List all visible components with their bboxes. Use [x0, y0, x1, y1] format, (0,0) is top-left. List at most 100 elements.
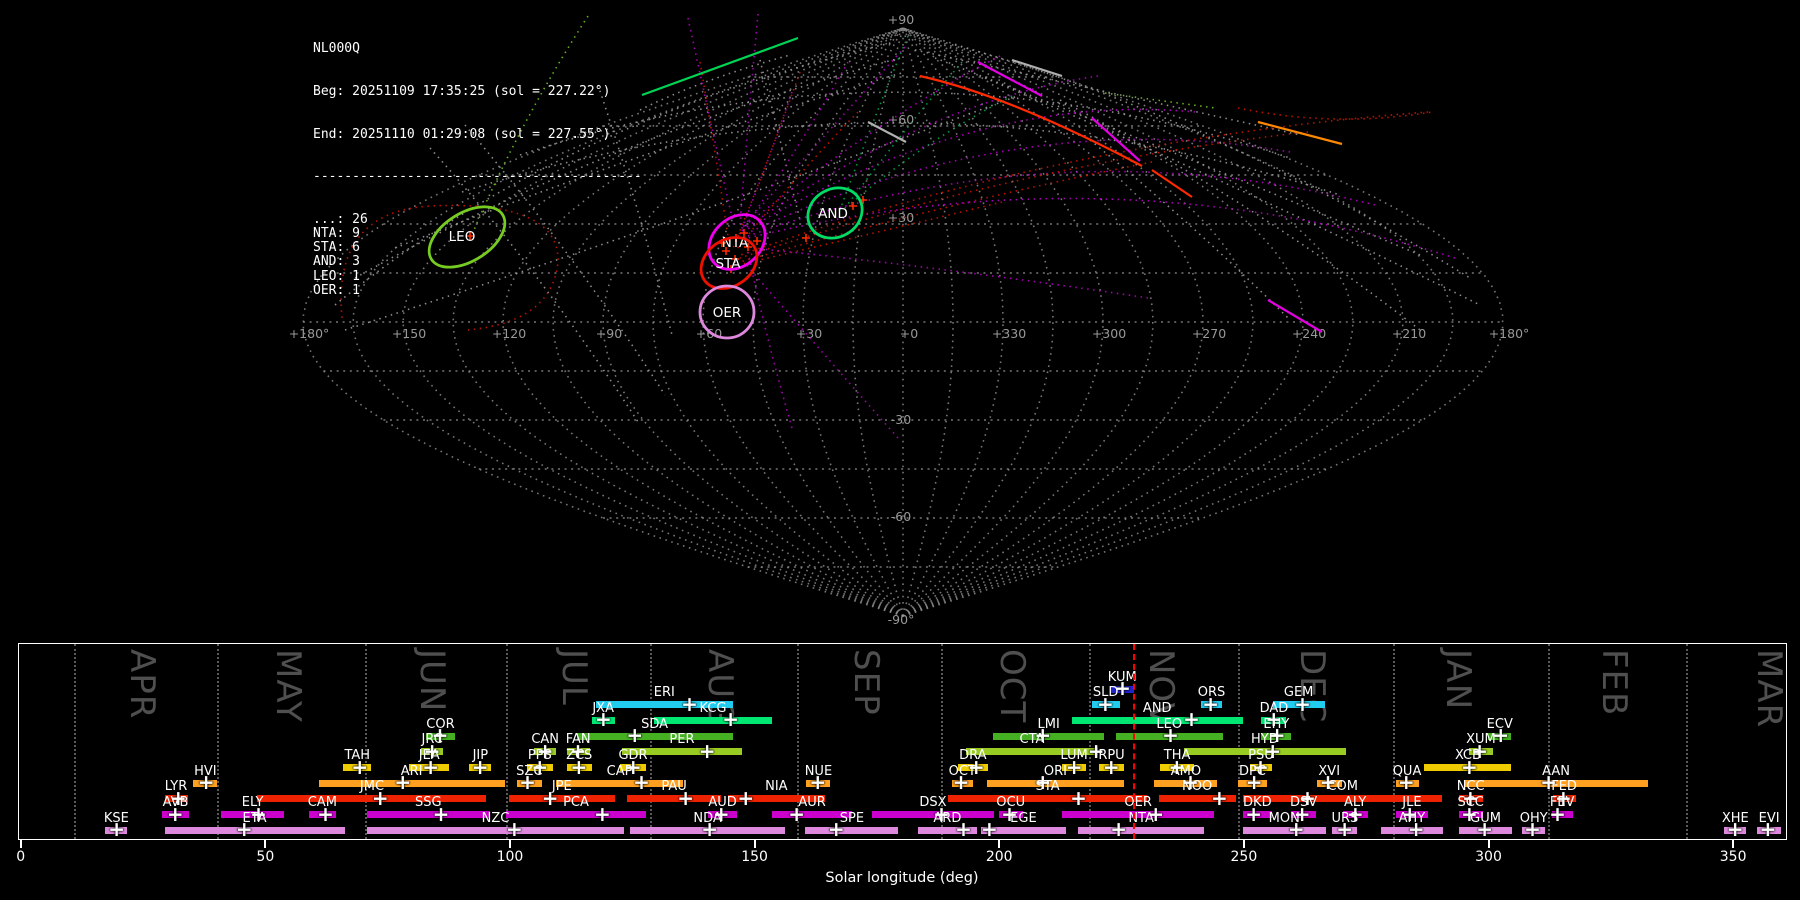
shower-peak-XCB: +	[1461, 754, 1478, 779]
grid-meridian	[902, 27, 1454, 617]
shower-peak-ORS: +	[1202, 691, 1219, 716]
shower-peak-AVB: +	[166, 801, 184, 826]
shower-label-NOO: NOO	[1182, 779, 1213, 795]
shower-label-OER: OER	[1124, 795, 1152, 811]
lon-label: +210	[1392, 326, 1426, 341]
count-dotdotdot: ...: 26	[313, 211, 368, 227]
month-label-JAN: JAN	[1438, 649, 1479, 711]
shower-label-AUR: AUR	[798, 795, 826, 811]
shower-bar-NTA	[1078, 826, 1204, 834]
meteor-track	[745, 108, 1196, 231]
meteor-track	[751, 247, 1149, 299]
shower-peak-NTA: +	[1110, 817, 1127, 842]
lon-label: +300	[1092, 326, 1126, 341]
lon-label: +330	[992, 326, 1026, 341]
count-STA: STA: 6	[313, 240, 360, 256]
shower-label-CAP: CAP	[606, 763, 633, 779]
shower-peak-STA: +	[1070, 785, 1087, 810]
lon-label: +180°	[289, 326, 330, 341]
grid-meridian	[902, 27, 1204, 617]
month-separator-JUN	[364, 644, 367, 839]
lon-label: +0	[900, 326, 918, 341]
x-tick-label-200: 200	[985, 849, 1013, 865]
meteor-track	[984, 77, 1481, 306]
month-separator-MAR	[1686, 644, 1689, 839]
lon-label: +60	[696, 326, 722, 341]
bright-meteor-segment	[1151, 169, 1193, 198]
month-label-APR: APR	[122, 649, 163, 720]
shower-peak-DPC: +	[1245, 770, 1263, 795]
month-separator-JAN	[1392, 644, 1395, 839]
month-label-OCT: OCT	[991, 649, 1032, 724]
shower-label-ETA: ETA	[242, 810, 267, 826]
x-tick-label-300: 300	[1475, 849, 1502, 865]
bright-meteor-segment	[1091, 117, 1141, 162]
lon-label: +180°	[1489, 326, 1530, 341]
shower-peak-CAM: +	[317, 801, 334, 826]
x-tick-200	[998, 840, 1001, 848]
meteor-track	[739, 13, 759, 225]
shower-peak-KSE: +	[108, 817, 125, 842]
shower-peak-EGE: +	[981, 817, 998, 842]
lon-label: +150	[392, 326, 426, 341]
month-label-JUL: JUL	[554, 649, 595, 706]
radiant-plus-marker	[753, 237, 761, 245]
x-tick-350	[1732, 840, 1735, 848]
month-separator-APR	[73, 644, 76, 839]
lon-label: +120	[492, 326, 526, 341]
meteor-track	[1104, 92, 1216, 109]
shower-bar-ETA	[164, 826, 345, 834]
shower-peak-OHY: +	[1524, 817, 1541, 842]
shower-peak-OCT: +	[952, 770, 970, 795]
shower-label-ORI: ORI	[1043, 763, 1068, 779]
x-tick-250	[1242, 840, 1245, 848]
shower-label-PAU: PAU	[661, 779, 687, 795]
shower-counts: ...: 26 NTA: 9 STA: 6 AND: 3 LEO: 1 OER: 1	[313, 211, 642, 298]
meteor-track	[741, 201, 1003, 265]
radiant-plus-marker	[849, 202, 857, 210]
lat-label: -30	[891, 412, 911, 427]
grid-meridian	[902, 27, 1254, 617]
x-tick-label-50: 50	[256, 849, 275, 865]
lon-label: +30	[796, 326, 822, 341]
lat-label: +90	[888, 12, 914, 27]
lon-label: +240	[1292, 326, 1326, 341]
shower-peak-SSG: +	[432, 801, 450, 826]
radiant-label-OER: OER	[713, 305, 742, 321]
shower-peak-RPU: +	[1102, 754, 1120, 779]
shower-peak-PER: +	[698, 738, 716, 763]
month-label-MAR: MAR	[1748, 649, 1789, 729]
shower-peak-ARD: +	[955, 817, 972, 842]
meteor-track	[1059, 99, 1421, 331]
meteor-track	[739, 131, 1309, 259]
shower-peak-SPE: +	[827, 817, 845, 842]
x-tick-0	[19, 840, 22, 848]
count-LEO: LEO: 1	[313, 268, 360, 284]
bright-meteor-segment	[1257, 120, 1343, 146]
radiant-label-STA: STA	[715, 256, 741, 272]
lat-label: -60	[891, 509, 911, 524]
current-sol-line	[1132, 644, 1135, 839]
month-label-FEB: FEB	[1593, 649, 1634, 717]
radiant-plus-marker	[802, 234, 810, 242]
shower-peak-KCG: +	[722, 707, 739, 732]
lon-label: +270	[1192, 326, 1226, 341]
shower-peak-EVI: +	[1759, 817, 1777, 842]
activity-timeline-panel: APR MAY JUN JUL AUG SEP OCT NOV DEC JAN FEB MAR KUM +…	[18, 643, 1789, 842]
x-tick-label-150: 150	[741, 849, 768, 865]
shower-peak-NZC: +	[505, 817, 523, 842]
station-id: NL000Q	[313, 41, 360, 57]
count-NTA: NTA: 9	[313, 226, 360, 242]
shower-label-SSG: SSG	[414, 795, 442, 811]
shower-bar-NZC	[366, 826, 625, 834]
grid-meridian	[752, 27, 904, 617]
shower-peak-AUR: +	[788, 801, 806, 826]
shower-peak-LEO: +	[1162, 723, 1179, 748]
lat-label: -90°	[888, 612, 915, 627]
month-label-MAY: MAY	[268, 649, 309, 723]
shower-label-SPE: SPE	[839, 810, 865, 826]
shower-peak-PCA: +	[594, 801, 611, 826]
sky-map: +180° +150 +120 +90 +60 +30 +0 +330 +300 +270 +240…	[289, 12, 1530, 627]
month-label-SEP: SEP	[846, 649, 887, 716]
end-time: End: 20251110 01:29:08 (sol = 227.55°)	[313, 126, 611, 142]
